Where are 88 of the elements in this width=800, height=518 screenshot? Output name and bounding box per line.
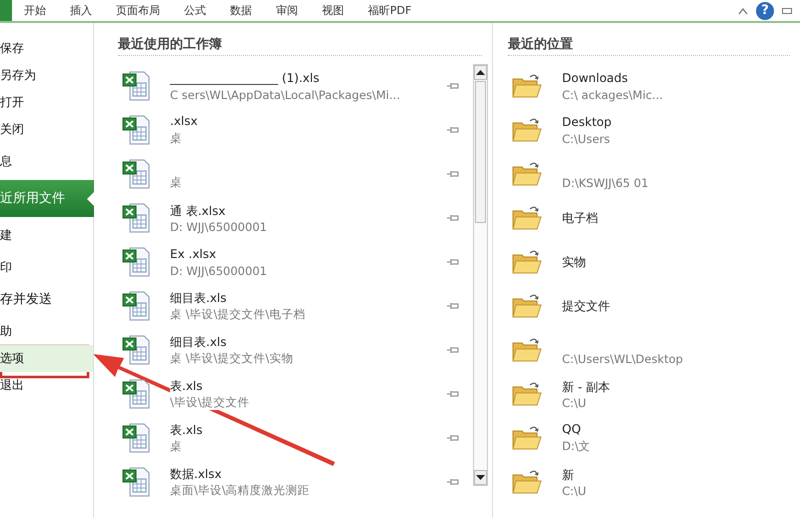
section-heading: 最近使用的工作簿: [118, 36, 223, 54]
spreadsheet-file-icon: [122, 159, 150, 189]
ribbon-tab[interactable]: 插入: [58, 3, 104, 18]
file-path: D:\文: [562, 439, 591, 454]
pin-icon[interactable]: [447, 434, 461, 442]
file-path: C:\Users\WL\Desktop: [562, 352, 683, 366]
file-path: \毕设\提交文件: [170, 395, 250, 410]
menu-item[interactable]: 打开: [0, 89, 93, 116]
spreadsheet-file-icon: [122, 71, 150, 101]
menu-item[interactable]: 印: [0, 254, 93, 281]
folder-icon: [512, 73, 542, 99]
file-path: 桌: [170, 439, 182, 454]
spreadsheet-file-icon: [122, 291, 150, 321]
menu-item[interactable]: 保存: [0, 35, 93, 62]
spreadsheet-file-icon: [122, 203, 150, 233]
menu-item[interactable]: 建: [0, 217, 93, 254]
collapse-ribbon-icon[interactable]: [738, 6, 748, 14]
file-path: C:\U: [562, 484, 586, 498]
ribbon-tab[interactable]: 数据: [218, 3, 264, 18]
pin-icon[interactable]: [447, 82, 461, 90]
folder-icon: [512, 249, 542, 275]
file-path: 桌: [170, 175, 182, 190]
menu-item[interactable]: 另存为: [0, 62, 93, 89]
file-name[interactable]: 表.xls: [170, 378, 203, 395]
file-path: D: WJJ\65000001: [170, 264, 267, 278]
folder-icon: [512, 381, 542, 407]
file-path: D: WJJ\65000001: [170, 220, 267, 234]
scroll-up-button[interactable]: [474, 65, 487, 80]
help-button[interactable]: ?: [756, 2, 774, 20]
file-name[interactable]: 新: [562, 466, 574, 484]
file-path: C:\Users: [562, 132, 610, 146]
spreadsheet-file-icon: [122, 115, 150, 145]
menu-item[interactable]: 退出: [0, 372, 93, 399]
ribbon-tab[interactable]: 视图: [310, 3, 356, 18]
file-name[interactable]: 电子档: [562, 210, 598, 226]
file-path: 桌面\毕设\高精度激光测距: [170, 483, 310, 498]
folder-icon: [512, 425, 542, 451]
file-path: 桌: [170, 131, 182, 146]
pin-icon[interactable]: [447, 302, 461, 310]
folder-icon: [512, 469, 542, 495]
folder-icon: [512, 293, 542, 319]
spreadsheet-file-icon: [122, 423, 150, 453]
spreadsheet-file-icon: [122, 379, 150, 409]
file-path: 桌 \毕设\提交文件\电子档: [170, 307, 306, 322]
menu-item[interactable]: 选项: [0, 345, 93, 372]
file-name[interactable]: 通 表.xlsx: [170, 202, 226, 220]
ribbon-tab[interactable]: 审阅: [264, 3, 310, 18]
menu-item[interactable]: 存并发送: [0, 281, 93, 318]
minimize-icon[interactable]: [782, 6, 792, 14]
spreadsheet-file-icon: [122, 247, 150, 277]
file-name[interactable]: __________________ (1).xls: [170, 70, 320, 88]
menu-item[interactable]: 息: [0, 143, 93, 180]
file-name[interactable]: Desktop: [562, 114, 612, 132]
folder-icon: [512, 161, 542, 187]
spreadsheet-file-icon: [122, 335, 150, 365]
spreadsheet-file-icon: [122, 467, 150, 497]
up-triangle-icon: [476, 70, 485, 75]
file-name[interactable]: 数据.xlsx: [170, 466, 222, 483]
pin-icon[interactable]: [447, 258, 461, 266]
ribbon-tab[interactable]: 福昕PDF: [356, 3, 424, 18]
file-name[interactable]: 提交文件: [562, 298, 610, 314]
file-path: C:\ ackages\Mic...: [562, 88, 663, 102]
file-name[interactable]: 实物: [562, 254, 586, 270]
folder-icon: [512, 337, 542, 363]
scroll-down-button[interactable]: [474, 470, 487, 485]
pin-icon[interactable]: [447, 126, 461, 134]
scrollbar[interactable]: [473, 64, 488, 486]
section-heading: 最近的位置: [508, 36, 574, 54]
folder-icon: [512, 205, 542, 231]
file-path: D:\KSWJJ\65 01: [562, 176, 648, 190]
file-path: C:\U: [562, 396, 586, 410]
menu-item[interactable]: 关闭: [0, 116, 93, 143]
scrollbar-thumb[interactable]: [475, 81, 486, 223]
pin-icon[interactable]: [447, 346, 461, 354]
pin-icon[interactable]: [447, 390, 461, 398]
pin-icon[interactable]: [447, 170, 461, 178]
ribbon-tab[interactable]: 开始: [12, 3, 58, 18]
menu-item[interactable]: 助: [0, 318, 93, 345]
folder-icon: [512, 117, 542, 143]
pin-icon[interactable]: [447, 478, 461, 486]
ribbon-tab[interactable]: 公式: [172, 3, 218, 18]
file-path: 桌 \毕设\提交文件\实物: [170, 351, 294, 366]
ribbon-tab[interactable]: 页面布局: [104, 3, 172, 18]
pin-icon[interactable]: [447, 214, 461, 222]
file-path: C sers\WL\AppData\Local\Packages\Mi...: [170, 88, 400, 102]
menu-item[interactable]: 近所用文件: [0, 180, 94, 217]
file-name[interactable]: 新 - 副本: [562, 378, 610, 396]
down-triangle-icon: [476, 475, 485, 480]
